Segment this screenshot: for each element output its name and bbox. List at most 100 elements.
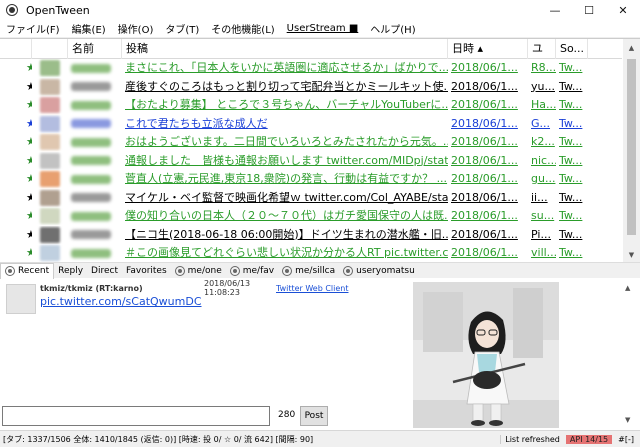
post-button[interactable]: Post <box>300 406 328 426</box>
menu-edit[interactable]: 編集(E) <box>66 21 112 36</box>
menu-help[interactable]: ヘルプ(H) <box>364 21 421 36</box>
tab-useryomatsu[interactable]: useryomatsu <box>339 263 419 279</box>
post-text[interactable]: まさにこれ、「日本人をいかに英語圏に適応させるか」ばかりで... <box>122 59 448 78</box>
table-row[interactable]: ★ マイケル・ベイ監督で映画化希望ｗ twitter.com/Col_AYABE/… <box>0 189 622 208</box>
post-date: 2018/06/1... <box>451 116 518 130</box>
user-name-blurred <box>71 82 111 91</box>
favorite-star-icon[interactable]: ★ <box>0 133 32 152</box>
user-avatar[interactable] <box>32 244 68 262</box>
maximize-button[interactable]: ☐ <box>572 0 606 20</box>
tab-reply[interactable]: Reply <box>54 263 87 279</box>
minimize-button[interactable]: — <box>538 0 572 20</box>
list-scrollbar[interactable]: ▲ ▼ <box>623 39 640 262</box>
post-date: 2018/06/1... <box>451 153 518 167</box>
table-row[interactable]: ★ ＃この画像見てどれぐらい悲しい状況か分かる人RT pic.twitter.c.… <box>0 244 622 262</box>
detail-client-link[interactable]: Twitter Web Client <box>276 284 349 293</box>
detail-scroll-down-icon[interactable]: ▼ <box>625 416 630 424</box>
user-name-blurred <box>71 137 111 147</box>
avatar-image <box>40 245 60 261</box>
post-text-input[interactable] <box>2 406 270 426</box>
header-mark[interactable] <box>0 39 32 59</box>
table-row[interactable]: ★ 僕の知り合いの日本人（２０～７０代）はガチ愛国保守の人は既...2018/06… <box>0 207 622 226</box>
detail-scroll-up-icon[interactable]: ▲ <box>625 284 630 292</box>
menu-other[interactable]: その他機能(L) <box>205 21 280 36</box>
avatar-image <box>40 97 60 113</box>
post-user-id: yu... <box>531 79 555 93</box>
post-date: 2018/06/1... <box>451 246 518 259</box>
favorite-star-icon[interactable]: ★ <box>0 96 32 115</box>
char-count: 280 <box>278 410 296 420</box>
favorite-star-icon[interactable]: ★ <box>0 152 32 171</box>
menu-userstream[interactable]: UserStream ■ <box>281 23 365 34</box>
user-avatar[interactable] <box>32 115 68 134</box>
user-avatar[interactable] <box>32 226 68 245</box>
post-text[interactable]: これで君たちも立派な成人だ <box>122 115 448 134</box>
tab-me-one[interactable]: me/one <box>171 263 226 279</box>
menu-operation[interactable]: 操作(O) <box>112 21 160 36</box>
header-user[interactable]: ユ <box>528 39 556 59</box>
scroll-up-icon[interactable]: ▲ <box>623 39 640 56</box>
post-text[interactable]: 【ニコ生(2018-06-18 06:00開始)】ドイツ生まれの潜水艦・旧... <box>122 226 448 245</box>
header-name[interactable]: 名前 <box>68 39 122 59</box>
tab-me-sillca[interactable]: me/sillca <box>278 263 339 279</box>
post-text[interactable]: ＃この画像見てどれぐらい悲しい状況か分かる人RT pic.twitter.c..… <box>122 244 448 262</box>
table-row[interactable]: ★ 【ニコ生(2018-06-18 06:00開始)】ドイツ生まれの潜水艦・旧..… <box>0 226 622 245</box>
scroll-thumb[interactable] <box>627 59 636 235</box>
user-name <box>68 78 122 97</box>
user-avatar[interactable] <box>32 78 68 97</box>
user-name <box>68 189 122 208</box>
user-avatar[interactable] <box>32 152 68 171</box>
close-button[interactable]: ✕ <box>606 0 640 20</box>
post-text[interactable]: 【おたより募集】 ところで３号ちゃん、バーチャルYouTuberに... <box>122 96 448 115</box>
header-date[interactable]: 日時 ▴ <box>448 39 528 59</box>
user-avatar[interactable] <box>32 170 68 189</box>
user-avatar[interactable] <box>32 189 68 208</box>
user-avatar[interactable] <box>32 59 68 78</box>
table-row[interactable]: ★ おはようございます。二日間でいろいろとみたされたから元気。...2018/06… <box>0 133 622 152</box>
post-text[interactable]: 産後すぐのころはもっと割り切って宅配弁当とかミールキット使... <box>122 78 448 97</box>
post-user-id: Ha... <box>531 98 556 111</box>
favorite-star-icon[interactable]: ★ <box>0 189 32 208</box>
favorite-star-icon[interactable]: ★ <box>0 59 32 78</box>
post-text[interactable]: 菅直人(立憲,元民進,東京18,衆院)の発言、行動は有益ですか？ ... <box>122 170 448 189</box>
post-source: Tw... <box>559 172 583 185</box>
table-row[interactable]: ★ これで君たちも立派な成人だ2018/06/1... G... Tw... <box>0 115 622 134</box>
tab-me-fav[interactable]: me/fav <box>226 263 278 279</box>
favorite-star-icon[interactable]: ★ <box>0 244 32 262</box>
tab-useryomatsu-icon <box>343 265 354 276</box>
status-refresh: List refreshed <box>500 434 564 444</box>
post-text[interactable]: 僕の知り合いの日本人（２０～７０代）はガチ愛国保守の人は既... <box>122 207 448 226</box>
tab-direct[interactable]: Direct <box>87 263 122 279</box>
detail-scrollbar[interactable]: ▲ ▼ <box>620 280 640 428</box>
post-text[interactable]: おはようございます。二日間でいろいろとみたされたから元気。... <box>122 133 448 152</box>
table-row[interactable]: ★ 菅直人(立憲,元民進,東京18,衆院)の発言、行動は有益ですか？ ...201… <box>0 170 622 189</box>
header-source[interactable]: So... <box>556 39 588 59</box>
menu-file[interactable]: ファイル(F) <box>0 21 66 36</box>
header-post[interactable]: 投稿 <box>122 39 448 59</box>
status-bar: [タブ: 1337/1506 全体: 1410/1845 (返信: 0)] [時… <box>0 430 640 447</box>
favorite-star-icon[interactable]: ★ <box>0 115 32 134</box>
table-row[interactable]: ★ 産後すぐのころはもっと割り切って宅配弁当とかミールキット使...2018/06… <box>0 78 622 97</box>
favorite-star-icon[interactable]: ★ <box>0 170 32 189</box>
table-row[interactable]: ★ 【おたより募集】 ところで３号ちゃん、バーチャルYouTuberに...201… <box>0 96 622 115</box>
tab-me-sillca-label: me/sillca <box>295 265 336 276</box>
table-row[interactable]: ★ 通報しました 皆様も通報お願いします twitter.com/MIDpj/st… <box>0 152 622 171</box>
tab-recent[interactable]: Recent <box>0 262 55 279</box>
user-avatar[interactable] <box>32 133 68 152</box>
post-text[interactable]: マイケル・ベイ監督で映画化希望ｗ twitter.com/Col_AYABE/s… <box>122 189 448 208</box>
user-avatar[interactable] <box>32 207 68 226</box>
avatar-image <box>40 208 60 224</box>
favorite-star-icon[interactable]: ★ <box>0 207 32 226</box>
scroll-down-icon[interactable]: ▼ <box>623 246 640 262</box>
table-row[interactable]: ★ まさにこれ、「日本人をいかに英語圏に適応させるか」ばかりで...2018/06… <box>0 59 622 78</box>
favorite-star-icon[interactable]: ★ <box>0 78 32 97</box>
header-icon[interactable] <box>32 39 68 59</box>
image-preview[interactable] <box>413 282 559 428</box>
user-avatar[interactable] <box>32 96 68 115</box>
user-name <box>68 152 122 171</box>
menu-tab[interactable]: タブ(T) <box>159 21 205 36</box>
detail-avatar[interactable] <box>6 284 36 314</box>
tab-favorites[interactable]: Favorites <box>122 263 171 279</box>
favorite-star-icon[interactable]: ★ <box>0 226 32 245</box>
post-text[interactable]: 通報しました 皆様も通報お願いします twitter.com/MIDpj/sta… <box>122 152 448 171</box>
